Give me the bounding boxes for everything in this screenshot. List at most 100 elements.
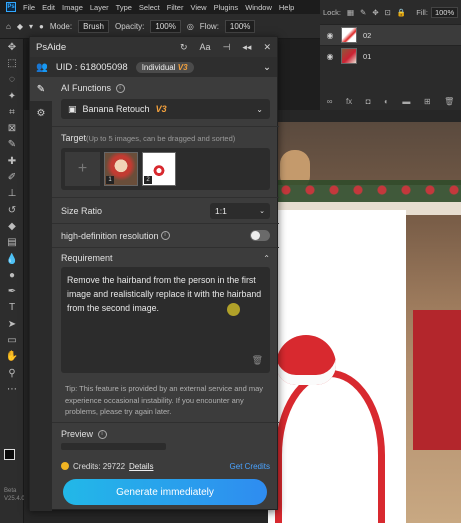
plan-name: Individual <box>141 62 176 72</box>
menu-plugins[interactable]: Plugins <box>214 3 239 12</box>
lock-pixels-icon[interactable]: ▦ <box>347 8 354 17</box>
path-select-icon[interactable]: ➤ <box>0 316 24 332</box>
layer-row[interactable]: ◉ 02 <box>320 24 461 45</box>
pin-icon[interactable]: ⊣ <box>223 42 231 53</box>
layers-header: Lock: ▦ ✎ ✥ ⊡ 🔒 Fill: 100% <box>320 0 461 24</box>
foreground-color[interactable] <box>4 449 15 460</box>
collapse-icon[interactable]: ◂◂ <box>242 42 251 53</box>
pen-icon[interactable]: ✒ <box>0 283 24 299</box>
menu-layer[interactable]: Layer <box>90 3 109 12</box>
ai-functions-section: AI Functions i ▣ Banana Retouch V3 ⌄ <box>52 77 279 128</box>
info-icon[interactable]: i <box>97 429 107 439</box>
lock-all-icon[interactable]: 🔒 <box>397 8 406 17</box>
opacity-input[interactable]: 100% <box>150 19 181 33</box>
blur-icon[interactable]: 💧 <box>0 251 24 267</box>
shape-icon[interactable]: ▭ <box>0 332 24 348</box>
link-icon[interactable]: ∞ <box>327 97 333 106</box>
opacity-label: Opacity: <box>115 21 145 31</box>
magic-wand-icon[interactable]: ✦ <box>0 88 24 104</box>
color-swatches[interactable] <box>4 449 20 465</box>
home-icon[interactable]: ⌂ <box>6 22 11 31</box>
layer-row[interactable]: ◉ 01 <box>320 45 461 66</box>
move-icon[interactable]: ✥ <box>0 39 24 55</box>
frame-icon[interactable]: ⊠ <box>0 120 24 136</box>
mask-icon[interactable]: ◘ <box>366 97 371 106</box>
history-brush-icon[interactable]: ↺ <box>0 202 24 218</box>
eyedropper-icon[interactable]: ✎ <box>0 137 24 153</box>
zoom-icon[interactable]: ⚲ <box>0 365 24 381</box>
generate-button[interactable]: Generate immediately <box>63 479 267 505</box>
info-icon[interactable]: i <box>160 231 170 241</box>
flow-input[interactable]: 100% <box>224 19 256 33</box>
settings-tab-icon[interactable]: ⚙ <box>30 101 52 125</box>
trash-icon[interactable]: 🗑 <box>444 97 454 106</box>
crop-icon[interactable]: ⌗ <box>0 104 24 120</box>
adjustment-icon[interactable]: ◐ <box>384 97 389 106</box>
size-ratio-select[interactable]: 1:1 ⌄ <box>210 202 270 219</box>
mode-select[interactable]: Brush <box>78 19 109 33</box>
refresh-icon[interactable]: ↻ <box>180 42 188 53</box>
requirement-textarea[interactable]: Remove the hairband from the person in t… <box>61 267 270 374</box>
lock-move-icon[interactable]: ✥ <box>372 8 378 17</box>
menu-select[interactable]: Select <box>139 3 160 12</box>
size-ratio-label: Size Ratio <box>61 205 103 216</box>
language-icon[interactable]: Aa <box>200 42 211 52</box>
stamp-icon[interactable]: ⊥ <box>0 186 24 202</box>
fill-label: Fill: <box>416 7 428 17</box>
menu-edit[interactable]: Edit <box>42 3 55 12</box>
more-icon[interactable]: ⋯ <box>0 381 24 397</box>
preview-section: Preview i <box>52 421 279 450</box>
eye-icon[interactable]: ◉ <box>325 31 335 40</box>
lasso-icon[interactable]: ◌ <box>0 72 24 88</box>
brush-icon[interactable]: ✐ <box>0 169 24 185</box>
details-link[interactable]: Details <box>129 462 153 471</box>
eraser-icon[interactable]: ◆ <box>0 218 24 234</box>
fill-input[interactable]: 100% <box>430 6 459 18</box>
trash-icon[interactable]: 🗑 <box>252 353 263 367</box>
fx-icon[interactable]: fx <box>346 97 352 106</box>
account-row[interactable]: 👥 UID : 618005098 Individual V3 ⌄ <box>30 57 277 77</box>
menu-help[interactable]: Help <box>279 3 294 12</box>
menu-view[interactable]: View <box>190 3 206 12</box>
menu-type[interactable]: Type <box>116 3 132 12</box>
eye-icon[interactable]: ◉ <box>325 52 335 61</box>
menu-window[interactable]: Window <box>245 3 272 12</box>
user-icon: 👥 <box>36 61 48 73</box>
type-icon[interactable]: T <box>0 300 24 316</box>
edit-tab-icon[interactable]: ✎ <box>30 77 52 101</box>
lock-brush-icon[interactable]: ✎ <box>360 8 366 17</box>
image-icon: ▣ <box>68 103 77 114</box>
new-layer-icon[interactable]: ⊞ <box>424 97 431 106</box>
chevron-up-icon[interactable]: ⌃ <box>263 254 270 263</box>
lock-artboard-icon[interactable]: ⊡ <box>385 8 391 17</box>
photo-red-box <box>413 310 461 450</box>
add-image-button[interactable]: + <box>65 152 100 187</box>
healing-icon[interactable]: ✚ <box>0 153 24 169</box>
brush-preset-icon[interactable]: ● <box>39 22 44 31</box>
gradient-icon[interactable]: ▤ <box>0 235 24 251</box>
chevron-down-icon: ⌄ <box>256 104 263 114</box>
marquee-icon[interactable]: ⬚ <box>0 55 24 71</box>
tip-text: Tip: This feature is provided by an exte… <box>65 384 264 417</box>
target-image-1[interactable]: 1 <box>104 152 138 187</box>
menu-file[interactable]: File <box>23 3 35 12</box>
hand-icon[interactable]: ✋ <box>0 349 24 365</box>
chevron-down-icon[interactable]: ⌄ <box>263 62 271 73</box>
credits-text: Credits: 29722 <box>73 461 126 471</box>
close-icon[interactable]: ✕ <box>263 42 271 53</box>
function-value: Banana Retouch <box>82 104 150 115</box>
panel-sidebar: ✎ ⚙ <box>30 77 52 511</box>
menu-filter[interactable]: Filter <box>167 3 184 12</box>
chevron-down-icon[interactable]: ▾ <box>29 22 33 31</box>
target-hint: (Up to 5 images, can be dragged and sort… <box>86 134 236 144</box>
info-icon[interactable]: i <box>115 84 125 94</box>
target-image-2[interactable]: 2 <box>142 152 176 187</box>
hd-toggle[interactable] <box>250 230 270 242</box>
dodge-icon[interactable]: ● <box>0 267 24 283</box>
get-credits-link[interactable]: Get Credits <box>230 462 270 471</box>
eraser-tool-icon[interactable]: ◆ <box>17 22 23 31</box>
pressure-opacity-icon[interactable]: ◎ <box>187 22 194 31</box>
function-select[interactable]: ▣ Banana Retouch V3 ⌄ <box>61 99 270 120</box>
menu-image[interactable]: Image <box>62 3 83 12</box>
folder-icon[interactable]: ▬ <box>402 97 410 106</box>
